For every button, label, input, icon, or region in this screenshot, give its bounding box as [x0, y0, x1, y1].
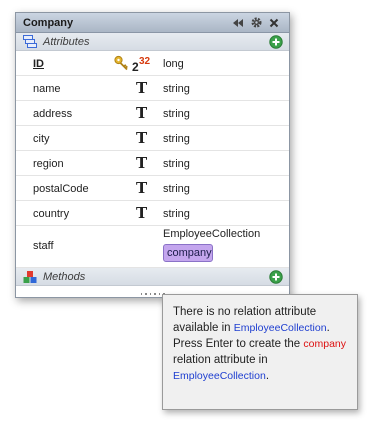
text-type-icon: T: [136, 79, 148, 97]
attributes-icon: [23, 34, 37, 48]
text-type-icon: T: [136, 104, 148, 122]
attribute-row-address[interactable]: address T string: [16, 101, 289, 126]
autonumber-superscript: 32: [139, 56, 151, 67]
attribute-row-name[interactable]: name T string: [16, 76, 289, 101]
tooltip-attribute-name: company: [303, 338, 347, 350]
tooltip-collection-link: EmployeeCollection: [173, 370, 266, 382]
attribute-name: postalCode: [33, 183, 89, 195]
text-type-icon: T: [136, 179, 148, 197]
attribute-name: address: [33, 108, 73, 120]
add-method-icon[interactable]: [269, 269, 283, 284]
attribute-row-postalcode[interactable]: postalCode T string: [16, 176, 289, 201]
relation-tooltip: There is no relation attribute available…: [162, 294, 358, 410]
attribute-type: string: [163, 83, 190, 95]
text-type-icon: T: [136, 204, 148, 222]
tooltip-collection-link: EmployeeCollection: [233, 322, 327, 334]
methods-label: Methods: [43, 270, 86, 283]
panel-title: Company: [23, 16, 74, 29]
attribute-name: city: [33, 133, 50, 145]
autonumber-digit: 2: [132, 60, 139, 72]
tooltip-text-part3: relation attribute in: [173, 354, 268, 366]
gear-icon[interactable]: [247, 15, 265, 31]
text-type-icon: T: [136, 129, 148, 147]
attribute-row-id[interactable]: ID 2 32 long: [16, 51, 289, 76]
attribute-name: ID: [33, 58, 44, 70]
attributes-label: Attributes: [43, 35, 90, 48]
attribute-name: staff: [33, 240, 54, 252]
attribute-name: name: [33, 83, 61, 95]
attribute-row-city[interactable]: city T string: [16, 126, 289, 151]
primary-key-autonumber-icon: 2 32: [114, 55, 151, 72]
panel-titlebar[interactable]: Company: [16, 13, 289, 33]
add-attribute-icon[interactable]: [269, 34, 283, 49]
attribute-type: string: [163, 183, 190, 195]
attribute-type: string: [163, 158, 190, 170]
methods-icon: [23, 270, 37, 283]
tooltip-text-part4: .: [265, 370, 270, 382]
attribute-type: long: [163, 58, 184, 70]
relation-attribute-input[interactable]: company: [163, 244, 213, 262]
attribute-name: country: [33, 208, 70, 220]
attributes-section-header: Attributes: [16, 33, 289, 51]
attribute-row-country[interactable]: country T string: [16, 201, 289, 226]
attribute-row-region[interactable]: region T string: [16, 151, 289, 176]
collapse-icon[interactable]: [229, 15, 247, 31]
methods-section-header: Methods: [16, 268, 289, 286]
attribute-type: string: [163, 208, 190, 220]
attribute-row-staff[interactable]: staff EmployeeCollection company: [16, 226, 289, 268]
attribute-type: EmployeeCollection: [163, 228, 261, 240]
text-type-icon: T: [136, 154, 148, 172]
attribute-type: string: [163, 133, 190, 145]
attribute-name: region: [33, 158, 64, 170]
company-table-panel: Company Attributes ID 2 32 long name T s…: [15, 12, 290, 298]
attribute-type: string: [163, 108, 190, 120]
close-icon[interactable]: [265, 15, 283, 31]
